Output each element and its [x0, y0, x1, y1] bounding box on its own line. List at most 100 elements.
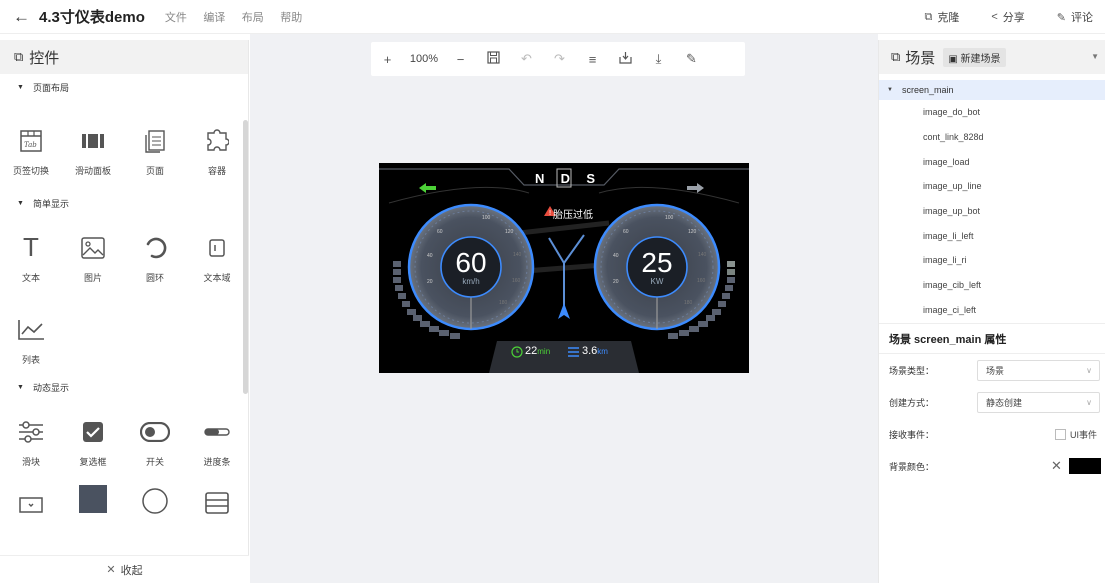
menu-file[interactable]: 文件 [165, 12, 187, 24]
widget-ring[interactable]: 圆环 [124, 216, 186, 298]
plus-icon[interactable]: + [371, 52, 404, 67]
widget-dropdown[interactable] [0, 482, 62, 522]
dashboard-preview[interactable]: ! N D S 胎压过低 60 km/h 25 KW 22min 3.6km 2… [379, 163, 749, 373]
tree-node[interactable]: image_load [879, 149, 1105, 174]
section-simple-display[interactable]: ▼ 简单显示 [0, 190, 248, 216]
left-tick-20: 20 [427, 279, 433, 285]
save-icon[interactable] [477, 51, 510, 67]
arrow-left-icon[interactable]: ← [13, 7, 30, 27]
zoom-level[interactable]: 100% [404, 53, 444, 65]
download-icon[interactable]: ⤓ [642, 51, 675, 67]
menu-compile[interactable]: 编译 [203, 12, 225, 24]
widget-progress[interactable]: 进度条 [186, 400, 248, 482]
widget-textarea[interactable]: 文本域 [186, 216, 248, 298]
project-title: 4.3寸仪表demo [39, 9, 145, 26]
widget-arc[interactable] [124, 482, 186, 522]
trip-time: 22min [525, 345, 551, 357]
right-tick-100: 100 [665, 215, 674, 221]
comment-button[interactable]: ✎ 评论 [1057, 9, 1093, 25]
widget-image[interactable]: 图片 [62, 216, 124, 298]
widget-panel-scrollbar[interactable] [243, 120, 248, 394]
widget-slide-panel[interactable]: 滑动面板 [62, 109, 124, 191]
speed-value: 60 [455, 247, 487, 278]
ring-icon [143, 231, 167, 265]
tree-node[interactable]: image_cib_left [879, 273, 1105, 298]
tree-root-node[interactable]: ▼ screen_main [879, 80, 1105, 100]
caret-down-icon: ▼ [17, 383, 24, 391]
panel-icon: ⧉ [14, 49, 24, 64]
receive-event-row: 接收事件： UI事件 [889, 428, 1098, 441]
right-tick-140: 140 [698, 252, 707, 258]
right-tick-160: 160 [697, 278, 706, 284]
widget-panel-title: 控件 [29, 49, 60, 67]
scene-type-select[interactable]: 场景 ∨ [977, 359, 1100, 381]
section-page-layout[interactable]: ▼ 页面布局 [0, 74, 248, 100]
undo-icon[interactable]: ↶ [510, 51, 543, 67]
widget-text[interactable]: T 文本 [0, 216, 62, 298]
create-mode-row: 创建方式： 静态创建 ∨ [879, 386, 1105, 418]
tree-node[interactable]: image_ci_left [879, 298, 1105, 323]
caret-down-icon: ▼ [887, 87, 893, 93]
slider-icon [18, 415, 44, 449]
tree-node[interactable]: image_up_bot [879, 199, 1105, 224]
scene-tree: ▼ screen_main image_do_bot cont_link_828d… [879, 74, 1105, 324]
canvas-toolbar: + 100% − ↶ ↷ ≡ ⤓ ✎ [371, 42, 745, 76]
chevron-down-icon: ∨ [1086, 397, 1092, 407]
new-scene-button[interactable]: ▣ 新建场景 [943, 47, 1006, 67]
tree-node[interactable]: image_li_ri [879, 248, 1105, 273]
widget-page[interactable]: 页面 [124, 109, 186, 191]
menu-layout[interactable]: 布局 [242, 12, 264, 24]
widget-checkbox[interactable]: 复选框 [62, 400, 124, 482]
power-value: 25 [641, 247, 673, 278]
background-color-swatch[interactable] [1069, 458, 1101, 474]
widget-list[interactable]: 列表 [0, 298, 62, 380]
widget-switch[interactable]: 开关 [124, 400, 186, 482]
widget-block[interactable] [62, 482, 124, 522]
widget-container[interactable]: 容器 [186, 109, 248, 191]
redo-icon[interactable]: ↷ [543, 51, 576, 67]
tire-pressure-warning: 胎压过低 [553, 210, 593, 221]
tree-node[interactable]: image_up_line [879, 174, 1105, 199]
minus-icon[interactable]: − [444, 52, 477, 67]
header-actions: ⧉ 克隆 < 分享 ✎ 评论 [892, 0, 1093, 34]
panel-icon: ⧉ [891, 49, 901, 64]
scene-type-row: 场景类型： 场景 ∨ [879, 354, 1105, 386]
switch-icon [140, 415, 170, 449]
svg-text:!: ! [549, 209, 552, 217]
tree-node[interactable]: image_li_left [879, 223, 1105, 248]
left-turn-icon [419, 183, 436, 193]
create-mode-select[interactable]: 静态创建 ∨ [977, 391, 1100, 413]
new-scene-icon: ▣ [948, 53, 961, 65]
align-icon[interactable]: ≡ [576, 52, 609, 67]
share-icon: < [991, 11, 998, 23]
page-icon [144, 124, 166, 158]
container-icon [205, 124, 229, 158]
edit-icon[interactable]: ✎ [675, 51, 708, 67]
left-tick-100: 100 [482, 215, 491, 221]
widget-tab[interactable]: Tab 页签切换 [0, 109, 62, 191]
dashboard-graphic: ! [379, 168, 749, 373]
collapse-button[interactable]: ✕ 收起 [0, 555, 249, 583]
background-color-row: 背景颜色： ✕ [879, 450, 1105, 482]
tree-node[interactable]: image_do_bot [879, 100, 1105, 125]
dropdown-icon [19, 488, 43, 522]
widget-table[interactable] [186, 482, 248, 522]
left-tick-40: 40 [427, 253, 433, 259]
clone-button[interactable]: ⧉ 克隆 [924, 9, 959, 25]
textarea-icon [208, 231, 226, 265]
chevron-down-icon: ∨ [1086, 365, 1092, 375]
ui-event-checkbox[interactable]: UI事件 [1055, 428, 1097, 441]
clear-color-icon[interactable]: ✕ [1051, 458, 1062, 474]
design-canvas[interactable]: + 100% − ↶ ↷ ≡ ⤓ ✎ ! N D S 胎压过低 60 km/h … [250, 34, 878, 583]
tree-node[interactable]: cont_link_828d [879, 125, 1105, 150]
scene-dropdown-icon[interactable]: ▼ [1091, 52, 1099, 61]
widget-slider[interactable]: 滑块 [0, 400, 62, 482]
menu-help[interactable]: 帮助 [280, 12, 302, 24]
slide-panel-icon [81, 124, 105, 158]
arc-icon [141, 484, 169, 518]
share-button[interactable]: < 分享 [991, 9, 1024, 25]
right-tick-180: 180 [684, 300, 693, 306]
widget-panel-header: ⧉ 控件 [0, 40, 248, 74]
export-icon[interactable] [609, 51, 642, 67]
tab-icon: Tab [20, 124, 42, 158]
